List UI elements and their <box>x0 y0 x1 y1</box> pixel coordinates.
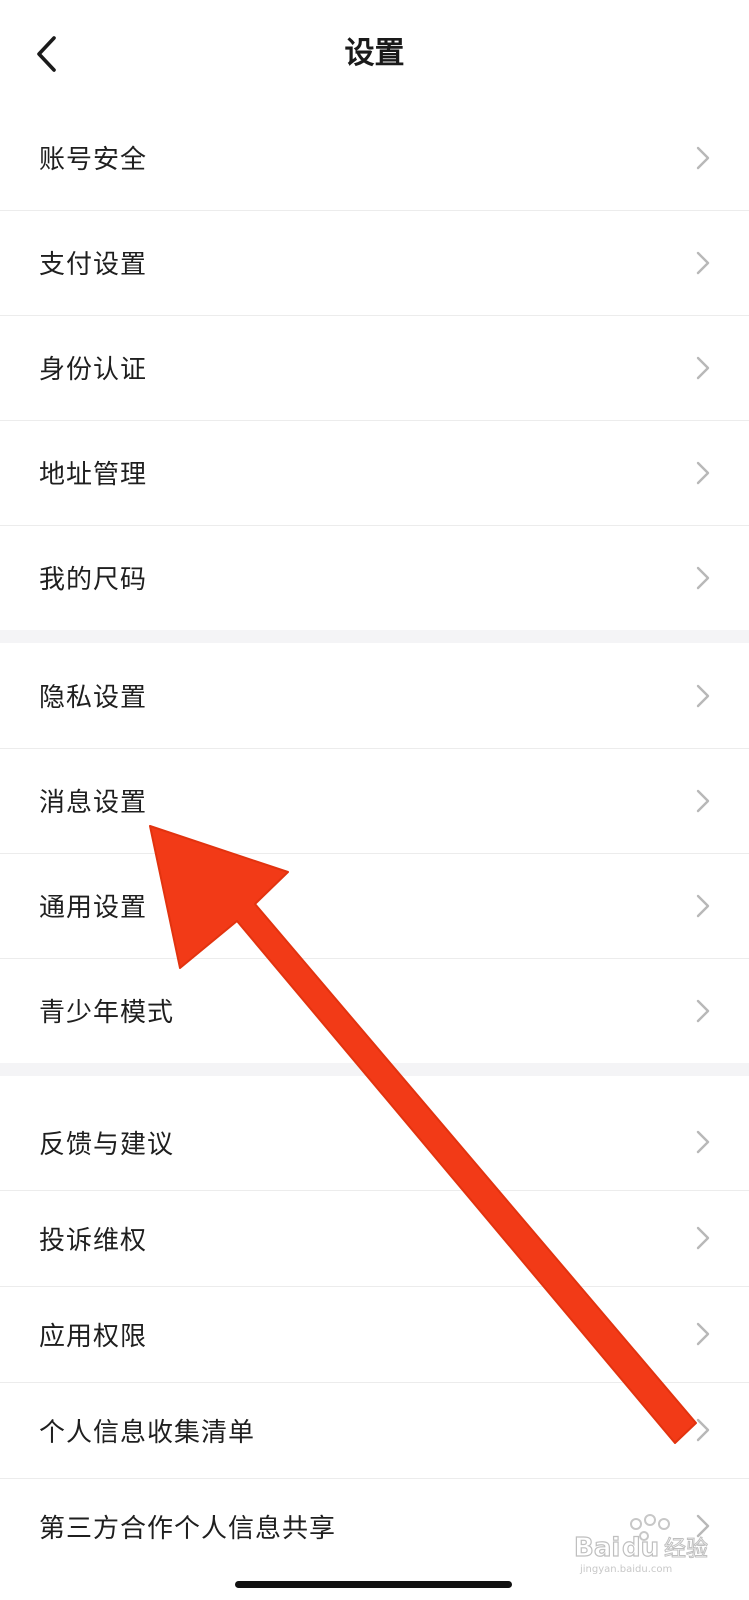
chevron-right-icon <box>696 1418 710 1442</box>
settings-item-general[interactable]: 通用设置 <box>0 853 749 958</box>
home-indicator[interactable] <box>235 1581 512 1588</box>
settings-item-account-security[interactable]: 账号安全 <box>0 105 749 210</box>
settings-item-label: 身份认证 <box>39 355 148 385</box>
settings-item-message[interactable]: 消息设置 <box>0 748 749 853</box>
chevron-right-icon <box>696 1514 710 1538</box>
chevron-right-icon <box>696 1322 710 1346</box>
settings-item-payment[interactable]: 支付设置 <box>0 210 749 315</box>
chevron-right-icon <box>696 1226 710 1250</box>
chevron-right-icon <box>696 999 710 1022</box>
chevron-right-icon <box>696 789 710 812</box>
chevron-right-icon <box>696 356 710 379</box>
settings-group-account: 账号安全 支付设置 身份认证 地址管理 我的尺码 <box>0 105 749 630</box>
settings-item-label: 青少年模式 <box>39 998 175 1028</box>
settings-group-preferences: 隐私设置 消息设置 通用设置 青少年模式 <box>0 643 749 1063</box>
settings-item-address[interactable]: 地址管理 <box>0 420 749 525</box>
section-divider <box>0 630 749 643</box>
settings-item-feedback[interactable]: 反馈与建议 <box>0 1094 749 1190</box>
page-title: 设置 <box>344 36 405 71</box>
settings-item-label: 反馈与建议 <box>39 1129 175 1160</box>
settings-item-label: 支付设置 <box>39 250 148 280</box>
settings-item-my-size[interactable]: 我的尺码 <box>0 525 749 630</box>
settings-item-label: 应用权限 <box>39 1321 148 1352</box>
settings-item-privacy[interactable]: 隐私设置 <box>0 643 749 748</box>
navigation-bar: 设置 <box>0 0 749 108</box>
chevron-right-icon <box>696 684 710 707</box>
settings-item-label: 投诉维权 <box>39 1225 148 1256</box>
settings-item-label: 我的尺码 <box>39 565 148 595</box>
section-divider <box>0 1063 749 1076</box>
settings-group-support: 反馈与建议 投诉维权 应用权限 个人信息收集清单 第三方合作个人信息共享 <box>0 1094 749 1574</box>
settings-item-label: 账号安全 <box>39 145 148 175</box>
settings-item-label: 地址管理 <box>39 460 148 490</box>
settings-item-complaint[interactable]: 投诉维权 <box>0 1190 749 1286</box>
settings-item-label: 个人信息收集清单 <box>39 1417 256 1448</box>
settings-item-third-party-sharing[interactable]: 第三方合作个人信息共享 <box>0 1478 749 1574</box>
settings-item-teen-mode[interactable]: 青少年模式 <box>0 958 749 1063</box>
chevron-right-icon <box>696 146 710 169</box>
settings-item-label: 第三方合作个人信息共享 <box>39 1513 337 1544</box>
settings-item-personal-info-list[interactable]: 个人信息收集清单 <box>0 1382 749 1478</box>
chevron-right-icon <box>696 461 710 484</box>
chevron-right-icon <box>696 566 710 589</box>
settings-item-label: 消息设置 <box>39 788 148 818</box>
settings-item-label: 通用设置 <box>39 893 148 923</box>
chevron-right-icon <box>696 251 710 274</box>
settings-item-label: 隐私设置 <box>39 683 148 713</box>
chevron-right-icon <box>696 1130 710 1154</box>
chevron-right-icon <box>696 894 710 917</box>
settings-item-identity[interactable]: 身份认证 <box>0 315 749 420</box>
settings-item-app-permissions[interactable]: 应用权限 <box>0 1286 749 1382</box>
